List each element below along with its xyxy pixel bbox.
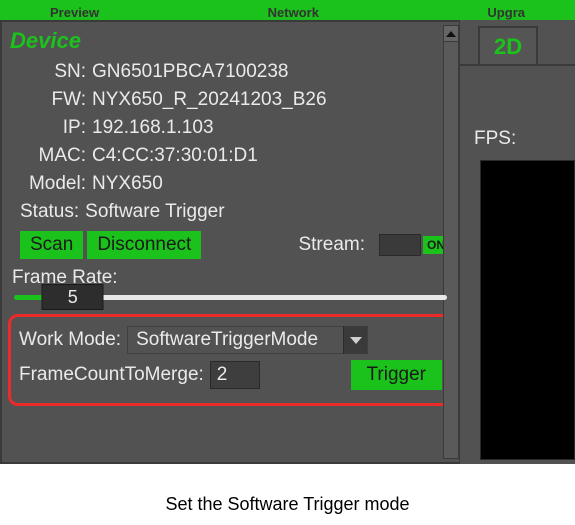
highlighted-settings: Work Mode: SoftwareTriggerMode FrameCoun… <box>8 314 453 406</box>
ip-value: 192.168.1.103 <box>92 117 214 139</box>
disconnect-button[interactable]: Disconnect <box>87 231 201 259</box>
top-tab-bar: Preview Network Upgra <box>0 0 575 20</box>
fps-label: FPS: <box>474 128 516 150</box>
caret-up-icon <box>446 31 456 37</box>
status-label: Status: <box>20 201 79 223</box>
tab-2d[interactable]: 2D <box>478 26 538 66</box>
fw-value: NYX650_R_20241203_B26 <box>92 89 327 111</box>
toggle-track <box>379 234 421 256</box>
sn-label: SN: <box>2 61 92 83</box>
model-label: Model: <box>2 173 92 195</box>
figure-caption: Set the Software Trigger mode <box>0 464 575 525</box>
workmode-caret[interactable] <box>343 326 367 354</box>
mac-value: C4:CC:37:30:01:D1 <box>92 145 258 167</box>
sn-value: GN6501PBCA7100238 <box>92 61 288 83</box>
right-panel: 2D FPS: <box>460 20 575 464</box>
tab-preview[interactable]: Preview <box>50 5 99 20</box>
tab-network[interactable]: Network <box>268 5 319 20</box>
status-value: Software Trigger <box>85 201 224 223</box>
framerate-value: 5 <box>68 287 78 308</box>
slider-thumb[interactable]: 5 <box>42 284 104 310</box>
main-content: Device SN: GN6501PBCA7100238 FW: NYX650_… <box>0 20 575 464</box>
chevron-down-icon <box>350 337 362 344</box>
model-value: NYX650 <box>92 173 163 195</box>
scan-button[interactable]: Scan <box>20 231 83 259</box>
fw-label: FW: <box>2 89 92 111</box>
tab-divider <box>460 64 575 66</box>
tab-upgrade[interactable]: Upgra <box>487 5 525 20</box>
stream-toggle[interactable]: ON <box>379 234 449 256</box>
workmode-label: Work Mode: <box>19 329 121 351</box>
trigger-button[interactable]: Trigger <box>351 360 442 390</box>
panel-scrollbar[interactable] <box>443 25 459 459</box>
framecount-label: FrameCountToMerge: <box>19 364 204 386</box>
scrollbar-up-arrow[interactable] <box>444 26 458 42</box>
mac-label: MAC: <box>2 145 92 167</box>
device-panel: Device SN: GN6501PBCA7100238 FW: NYX650_… <box>0 20 460 464</box>
preview-viewport <box>480 160 575 460</box>
workmode-select[interactable]: SoftwareTriggerMode <box>127 326 368 354</box>
stream-label: Stream: <box>298 234 365 256</box>
app-window: Preview Network Upgra Device SN: GN6501P… <box>0 0 575 525</box>
device-title: Device <box>2 22 459 58</box>
framerate-slider[interactable]: 5 <box>14 295 447 300</box>
framecount-input[interactable] <box>210 361 260 389</box>
workmode-value: SoftwareTriggerMode <box>128 329 343 351</box>
ip-label: IP: <box>2 117 92 139</box>
